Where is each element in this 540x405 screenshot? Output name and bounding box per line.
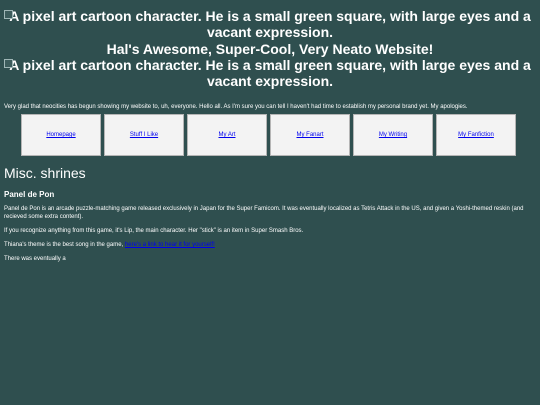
site-header: A pixel art cartoon character. He is a s… xyxy=(0,0,540,89)
song-link[interactable]: here's a link to hear it for yourself! xyxy=(125,242,215,248)
header-image-alt-text-1: A pixel art cartoon character. He is a s… xyxy=(9,8,531,40)
nav-link-my-art[interactable]: My Art xyxy=(218,132,235,138)
nav-link-homepage[interactable]: Homepage xyxy=(46,132,75,138)
paragraph-2: If you recognize anything from this game… xyxy=(4,228,304,234)
nav-item-my-writing[interactable]: My Writing xyxy=(353,114,433,156)
nav-item-stuff-i-like[interactable]: Stuff I Like xyxy=(104,114,184,156)
paragraph-4: There was eventually a xyxy=(4,256,66,262)
nav-link-my-fanfiction[interactable]: My Fanfiction xyxy=(458,132,494,138)
nav-item-my-art[interactable]: My Art xyxy=(187,114,267,156)
paragraph-1: Panel de Pon is an arcade puzzle-matchin… xyxy=(4,206,524,220)
header-image-2: A pixel art cartoon character. He is a s… xyxy=(0,57,540,89)
paragraph-3-text: Thiana's theme is the best song in the g… xyxy=(4,242,125,248)
broken-image-icon xyxy=(4,59,13,68)
paragraph-3: Thiana's theme is the best song in the g… xyxy=(4,241,536,249)
header-image-alt-text-2: A pixel art cartoon character. He is a s… xyxy=(9,57,531,89)
nav-item-my-fanart[interactable]: My Fanart xyxy=(270,114,350,156)
broken-image-icon xyxy=(4,10,13,19)
header-image-1: A pixel art cartoon character. He is a s… xyxy=(0,8,540,40)
page: A pixel art cartoon character. He is a s… xyxy=(0,0,540,405)
site-title: Hal's Awesome, Super-Cool, Very Neato We… xyxy=(106,41,434,57)
nav-link-my-fanart[interactable]: My Fanart xyxy=(296,132,323,138)
section-title: Misc. shrines xyxy=(4,165,86,181)
nav-bar: Homepage Stuff I Like My Art My Fanart M… xyxy=(0,114,516,156)
nav-link-my-writing[interactable]: My Writing xyxy=(379,132,407,138)
subsection-title: Panel de Pon xyxy=(4,190,55,199)
nav-item-my-fanfiction[interactable]: My Fanfiction xyxy=(436,114,516,156)
nav-item-homepage[interactable]: Homepage xyxy=(21,114,101,156)
nav-link-stuff-i-like[interactable]: Stuff I Like xyxy=(130,132,158,138)
intro-text: Very glad that neocities has begun showi… xyxy=(4,104,468,110)
